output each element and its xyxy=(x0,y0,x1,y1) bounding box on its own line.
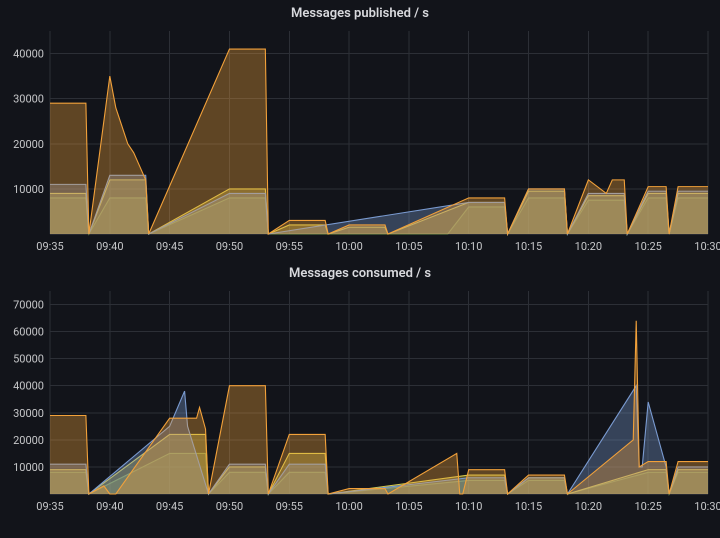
svg-text:50000: 50000 xyxy=(13,353,44,366)
svg-text:10:20: 10:20 xyxy=(575,240,602,253)
panel-published: Messages published / s 10000 20000 30000 40… xyxy=(0,0,720,260)
svg-text:09:50: 09:50 xyxy=(216,500,243,513)
chart-consumed[interactable]: 10000 20000 30000 40000 50000 60000 70000 09:35… xyxy=(0,285,720,520)
svg-text:10:15: 10:15 xyxy=(515,240,542,253)
svg-text:09:45: 09:45 xyxy=(156,240,183,253)
svg-text:09:35: 09:35 xyxy=(36,500,63,513)
svg-text:10:25: 10:25 xyxy=(634,500,661,513)
svg-text:10:30: 10:30 xyxy=(694,500,720,513)
panel-consumed: Messages consumed / s 10000 20000 30000 400… xyxy=(0,260,720,520)
chart-published[interactable]: 10000 20000 30000 40000 09:35 09:40 09:45 09:50… xyxy=(0,25,720,260)
svg-text:20000: 20000 xyxy=(13,434,44,447)
svg-text:10000: 10000 xyxy=(13,183,44,196)
svg-text:10:10: 10:10 xyxy=(455,240,482,253)
svg-text:10:15: 10:15 xyxy=(515,500,542,513)
svg-text:10:05: 10:05 xyxy=(395,500,422,513)
svg-text:60000: 60000 xyxy=(13,326,44,339)
svg-text:10000: 10000 xyxy=(13,461,44,474)
panel-title-consumed: Messages consumed / s xyxy=(0,260,720,285)
svg-text:09:55: 09:55 xyxy=(276,240,303,253)
svg-text:10:00: 10:00 xyxy=(335,240,362,253)
svg-text:10:30: 10:30 xyxy=(694,240,720,253)
svg-text:09:50: 09:50 xyxy=(216,240,243,253)
svg-text:09:35: 09:35 xyxy=(36,240,63,253)
svg-text:10:20: 10:20 xyxy=(575,500,602,513)
svg-text:09:40: 09:40 xyxy=(96,240,123,253)
svg-text:30000: 30000 xyxy=(13,93,44,106)
svg-text:09:40: 09:40 xyxy=(96,500,123,513)
svg-text:40000: 40000 xyxy=(13,48,44,61)
svg-text:09:55: 09:55 xyxy=(276,500,303,513)
svg-text:30000: 30000 xyxy=(13,407,44,420)
svg-text:70000: 70000 xyxy=(13,299,44,312)
panel-title-published: Messages published / s xyxy=(0,0,720,25)
svg-text:20000: 20000 xyxy=(13,138,44,151)
svg-text:09:45: 09:45 xyxy=(156,500,183,513)
svg-text:10:25: 10:25 xyxy=(634,240,661,253)
svg-text:10:10: 10:10 xyxy=(455,500,482,513)
svg-text:40000: 40000 xyxy=(13,380,44,393)
svg-text:10:00: 10:00 xyxy=(335,500,362,513)
svg-text:10:05: 10:05 xyxy=(395,240,422,253)
